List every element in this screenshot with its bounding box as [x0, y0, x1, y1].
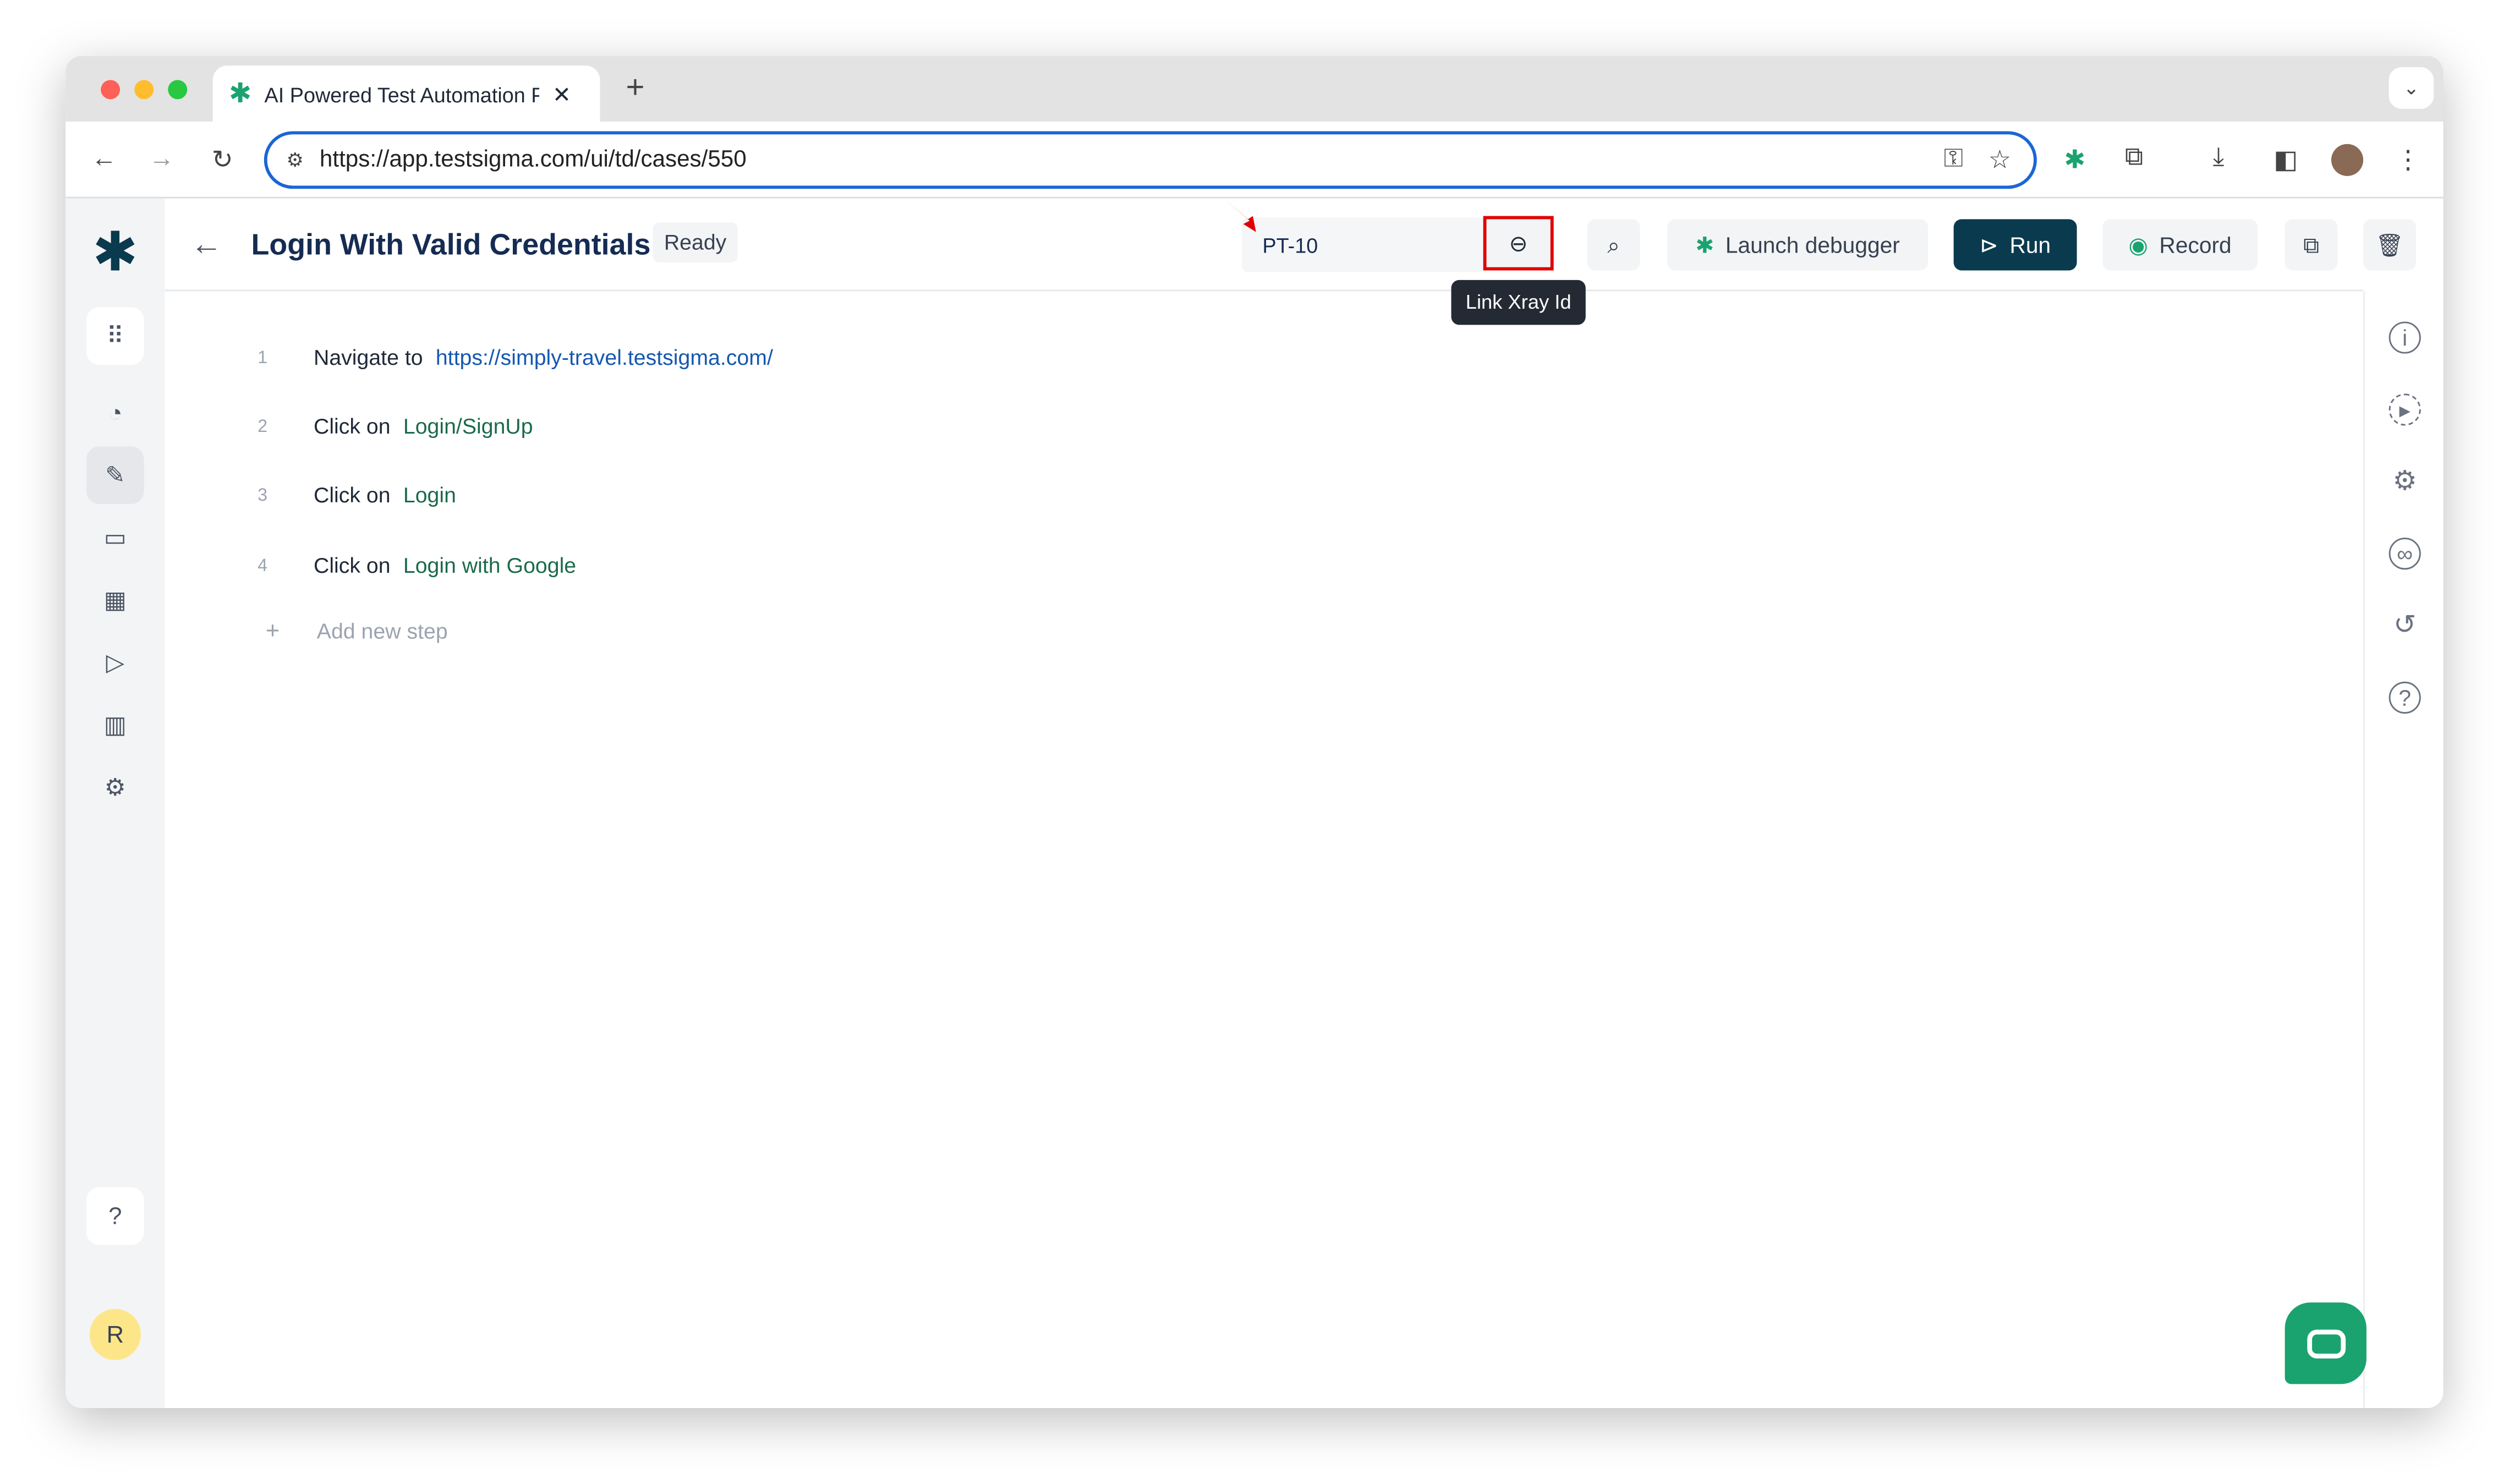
duplicate-button[interactable]: ⧉ — [2285, 219, 2338, 271]
copy-icon: ⧉ — [2303, 231, 2320, 257]
browser-window: ✱ AI Powered Test Automation P ✕ + ⌄ ← →… — [65, 56, 2444, 1409]
minimize-window-button[interactable] — [134, 80, 154, 100]
test-step[interactable]: 3 Click on Login — [258, 483, 456, 507]
link-icon: ⊖ — [1509, 229, 1528, 255]
search-button[interactable]: ⌕ — [1587, 219, 1640, 271]
history-icon[interactable]: ↺ — [2389, 610, 2421, 642]
test-step[interactable]: 4 Click on Login with Google — [258, 554, 576, 578]
info-icon[interactable]: i — [2389, 321, 2421, 354]
step-action: Click on — [313, 483, 391, 507]
tab-title: AI Powered Test Automation P — [264, 82, 540, 107]
add-new-step-button[interactable]: + Add new step — [266, 617, 448, 644]
help-icon[interactable]: ? — [86, 1187, 144, 1245]
record-button[interactable]: ◉ Record — [2102, 219, 2258, 271]
tab-search-chevron-icon[interactable]: ⌄ — [2389, 67, 2434, 109]
step-number: 3 — [258, 485, 267, 505]
trash-icon: 🗑 — [2375, 231, 2404, 257]
link-xray-tooltip: Link Xray Id — [1451, 280, 1586, 325]
status-badge: Ready — [653, 222, 738, 262]
step-action: Click on — [313, 414, 391, 439]
settings-icon[interactable]: ⚙ — [86, 758, 144, 816]
left-sidebar: ✱ ⠿ ◔ ✎ ▭ ▦ ▷ ▥ ⚙ ? R — [65, 198, 165, 1409]
tab-bar: ✱ AI Powered Test Automation P ✕ + ⌄ — [65, 56, 2444, 123]
red-arrow-annotation — [1224, 198, 1256, 232]
link-xray-id-button[interactable]: ⊖ — [1483, 216, 1554, 271]
testsigma-favicon-icon: ✱ — [228, 78, 252, 109]
add-step-label: Add new step — [316, 619, 448, 644]
reload-icon[interactable]: ↻ — [206, 144, 238, 176]
launch-debugger-button[interactable]: ✱ Launch debugger — [1667, 219, 1929, 271]
run-results-icon[interactable]: ▷ — [86, 634, 144, 692]
bookmark-star-icon[interactable]: ☆ — [1988, 144, 2012, 176]
reports-icon[interactable]: ▥ — [86, 696, 144, 754]
step-target-element[interactable]: Login/SignUp — [403, 414, 533, 439]
profile-avatar[interactable] — [2331, 144, 2364, 176]
apps-grid-icon[interactable]: ⠿ — [86, 307, 144, 365]
site-settings-icon[interactable]: ⚙ — [287, 149, 304, 171]
run-label: Run — [2009, 232, 2051, 258]
password-key-icon[interactable]: ⚿ — [1944, 146, 1963, 174]
step-number: 4 — [258, 556, 267, 576]
back-arrow-icon[interactable]: ← — [190, 227, 222, 264]
dashboard-icon[interactable]: ◔ — [86, 384, 144, 442]
new-tab-icon[interactable]: + — [619, 69, 651, 105]
download-icon[interactable]: ⤓ — [2213, 144, 2225, 173]
browser-menu-icon[interactable]: ⋮ — [2395, 144, 2421, 176]
delete-button[interactable]: 🗑 — [2363, 219, 2417, 271]
run-button[interactable]: ⊳ Run — [1953, 219, 2077, 271]
plus-icon: + — [265, 617, 280, 645]
testsigma-logo: ✱ — [92, 222, 138, 283]
step-target-element[interactable]: Login — [403, 483, 456, 507]
browser-toolbar: ← → ↻ ⚙ https://app.testsigma.com/ui/td/… — [65, 122, 2444, 199]
play-circle-icon: ⊳ — [1980, 231, 1999, 257]
step-action: Navigate to — [313, 346, 423, 370]
settings-icon[interactable]: ⚙ — [2389, 466, 2421, 497]
url-text: https://app.testsigma.com/ui/td/cases/55… — [319, 147, 747, 173]
step-target-link[interactable]: https://simply-travel.testsigma.com/ — [436, 346, 773, 370]
record-label: Record — [2159, 232, 2232, 258]
page-title: Login With Valid Credentials — [251, 227, 651, 261]
right-sidebar: i ▸ ⚙ ∞ ↺ ? — [2363, 291, 2443, 1409]
folder-icon[interactable]: ▭ — [86, 509, 144, 567]
back-icon[interactable]: ← — [88, 144, 120, 176]
bug-icon: ✱ — [1695, 231, 1714, 257]
maximize-window-button[interactable] — [168, 80, 188, 100]
addons-grid-icon[interactable]: ▦ — [86, 571, 144, 629]
user-avatar[interactable]: R — [89, 1308, 141, 1360]
side-panel-icon[interactable]: ◧ — [2274, 144, 2298, 176]
test-data-icon[interactable]: ∞ — [2389, 538, 2421, 570]
step-number: 2 — [258, 417, 267, 436]
help-icon[interactable]: ? — [2389, 681, 2421, 714]
search-icon: ⌕ — [1607, 231, 1620, 257]
step-action: Click on — [313, 554, 391, 578]
launch-debugger-label: Launch debugger — [1725, 232, 1900, 258]
test-case-header: ← Login With Valid Credentials Ready PT-… — [165, 198, 2417, 325]
chat-support-button[interactable] — [2285, 1302, 2366, 1384]
browser-tab[interactable]: ✱ AI Powered Test Automation P ✕ — [212, 65, 600, 123]
test-development-icon[interactable]: ✎ — [86, 446, 144, 505]
record-dot-icon: ◉ — [2128, 231, 2149, 257]
close-tab-icon[interactable]: ✕ — [552, 81, 571, 108]
address-bar[interactable]: ⚙ https://app.testsigma.com/ui/td/cases/… — [264, 131, 2037, 189]
step-target-element[interactable]: Login with Google — [403, 554, 576, 578]
close-window-button[interactable] — [101, 80, 120, 100]
step-number: 1 — [258, 348, 267, 368]
test-step[interactable]: 2 Click on Login/SignUp — [258, 414, 533, 439]
extensions-icon[interactable]: ⧉ — [2125, 144, 2143, 173]
forward-icon[interactable]: → — [146, 144, 178, 176]
testsigma-extension-icon[interactable]: ✱ — [2064, 144, 2085, 176]
chat-icon — [2306, 1329, 2345, 1358]
dry-run-icon[interactable]: ▸ — [2389, 393, 2421, 426]
test-step[interactable]: 1 Navigate to https://simply-travel.testsi… — [258, 346, 773, 370]
